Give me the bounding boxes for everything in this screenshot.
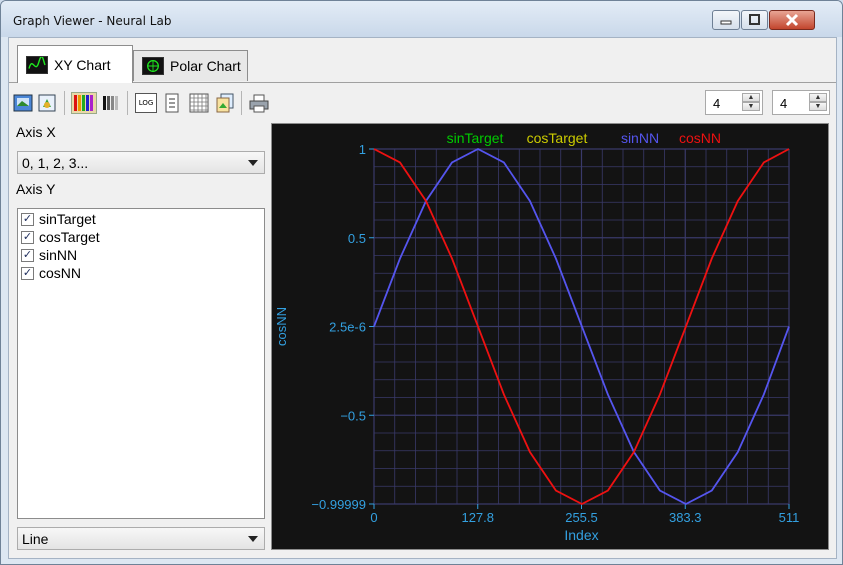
minimize-button[interactable] (712, 10, 740, 30)
grid-icon[interactable] (189, 93, 209, 113)
series-item[interactable]: ✓ cosNN (21, 264, 81, 282)
close-icon (785, 13, 799, 27)
chevron-down-icon (248, 536, 258, 542)
x-tick-label: 127.8 (461, 510, 494, 525)
series-item[interactable]: ✓ sinNN (21, 246, 77, 264)
chevron-down-icon (248, 160, 258, 166)
y-tick-label: −0.99999 (311, 497, 366, 512)
series-list: ✓ sinTarget ✓ cosTarget ✓ sinNN ✓ cosNN (17, 208, 265, 519)
maximize-button[interactable] (741, 10, 768, 30)
spinner-up-icon[interactable]: ▲ (742, 93, 760, 102)
x-axis-label: Index (564, 527, 598, 543)
export-icon[interactable] (37, 93, 57, 113)
x-tick-label: 383.3 (669, 510, 702, 525)
chart-panel[interactable]: 0 127.8 255.5 383.3 511 1 0.5 2.5e-6 −0.5 −0.9999… (271, 123, 829, 550)
spinner-down-icon[interactable]: ▼ (742, 102, 760, 111)
spinner-up-icon[interactable]: ▲ (809, 93, 827, 102)
chart-type-value: Line (22, 531, 49, 547)
toolbar-separator (64, 91, 65, 115)
x-tick-label: 511 (779, 510, 800, 525)
toolbar-separator (241, 91, 242, 115)
series-label: sinTarget (39, 211, 96, 227)
legend-entry: cosNN (679, 130, 721, 146)
tab-label: XY Chart (54, 56, 111, 73)
spinner-1[interactable]: 4 ▲ ▼ (705, 90, 763, 115)
axis-x-label: Axis X (16, 124, 56, 140)
x-tick-label: 255.5 (565, 510, 598, 525)
spinner-2[interactable]: 4 ▲ ▼ (772, 90, 830, 115)
y-tick-label: 1 (359, 142, 366, 157)
legend-entry: cosTarget (527, 130, 588, 146)
series-label: sinNN (39, 247, 78, 263)
polar-chart-icon (142, 57, 164, 75)
series-label: cosTarget (39, 229, 100, 245)
tab-xy-chart[interactable]: XY Chart (17, 45, 133, 83)
maximize-icon (749, 14, 760, 25)
xy-chart[interactable]: 0 127.8 255.5 383.3 511 1 0.5 2.5e-6 −0.5 −0.9999… (272, 124, 828, 549)
y-tick-label: 0.5 (348, 231, 366, 246)
series-item[interactable]: ✓ cosTarget (21, 228, 100, 246)
y-tick-label: −0.5 (340, 408, 366, 423)
save-image-icon[interactable] (13, 93, 33, 113)
spinner-1-value: 4 (713, 96, 721, 111)
y-axis-label: cosNN (274, 307, 289, 346)
tab-polar-chart[interactable]: Polar Chart (133, 50, 248, 81)
color-palette-icon[interactable] (71, 92, 97, 114)
log-scale-icon[interactable]: LOG (135, 93, 157, 113)
series-label: cosNN (39, 265, 82, 281)
close-button[interactable] (769, 10, 815, 30)
window: Graph Viewer - Neural Lab XY Chart Polar… (0, 0, 843, 565)
tab-strip: XY Chart Polar Chart (9, 38, 836, 83)
toolbar: LOG 4 ▲ ▼ 4 ▲ ▼ (9, 83, 836, 119)
legend-entry: sinTarget (447, 130, 504, 146)
x-tick-label: 0 (370, 510, 377, 525)
window-title: Graph Viewer - Neural Lab (13, 14, 172, 28)
print-icon[interactable] (249, 93, 269, 113)
series-checkbox[interactable]: ✓ (21, 230, 34, 244)
spinner-2-value: 4 (780, 96, 788, 111)
axis-x-value: 0, 1, 2, 3... (22, 155, 89, 171)
minimize-icon (720, 20, 732, 25)
toolbar-separator (127, 91, 128, 115)
spinner-down-icon[interactable]: ▼ (809, 102, 827, 111)
axis-x-select[interactable]: 0, 1, 2, 3... (17, 151, 265, 174)
client-area: XY Chart Polar Chart LOG 4 ▲ ▼ 4 ▲ ▼ Axi… (8, 37, 837, 559)
legend-entry: sinNN (621, 130, 659, 146)
y-scale-icon[interactable] (165, 93, 179, 113)
axis-y-label: Axis Y (16, 181, 56, 197)
chart-type-select[interactable]: Line (17, 527, 265, 550)
title-bar[interactable]: Graph Viewer - Neural Lab (1, 1, 842, 37)
y-tick-label: 2.5e-6 (329, 320, 366, 335)
series-checkbox[interactable]: ✓ (21, 266, 34, 280)
series-checkbox[interactable]: ✓ (21, 212, 34, 226)
tab-label: Polar Chart (170, 58, 241, 74)
xy-chart-icon (26, 55, 48, 74)
copy-icon[interactable] (215, 93, 235, 113)
series-checkbox[interactable]: ✓ (21, 248, 34, 262)
grayscale-palette-icon[interactable] (101, 93, 121, 113)
series-item[interactable]: ✓ sinTarget (21, 210, 96, 228)
